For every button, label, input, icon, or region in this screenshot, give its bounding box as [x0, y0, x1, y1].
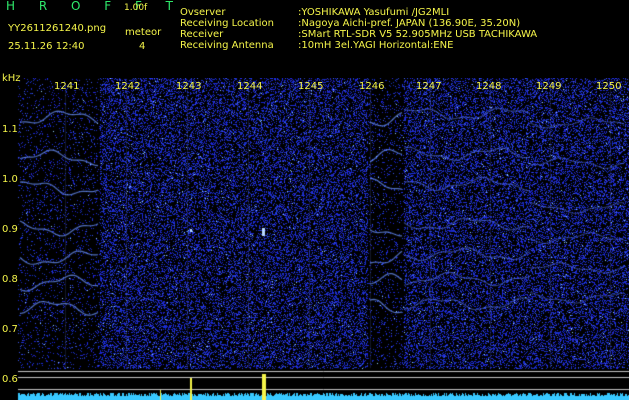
receiver-row: Receiver :SMart RTL-SDR V5 52.905MHz USB … [180, 29, 537, 40]
x-tick-label: 1248 [476, 81, 502, 92]
location-row: Receiving Location :Nagoya Aichi-pref. JA… [180, 18, 520, 29]
app-version: 1.00f [124, 3, 148, 13]
y-tick-label: 0.9 [2, 224, 18, 235]
y-tick-label: 1.0 [2, 174, 18, 185]
x-tick-label: 1242 [115, 81, 141, 92]
y-tick-label: 0.7 [2, 324, 18, 335]
receiver-value: :SMart RTL-SDR V5 52.905MHz USB TACHIKAW… [298, 29, 538, 40]
spectrogram [0, 78, 629, 400]
location-key: Receiving Location [180, 18, 274, 29]
x-tick-label: 1243 [176, 81, 202, 92]
location-value: :Nagoya Aichi-pref. JAPAN (136.90E, 35.2… [298, 18, 521, 29]
observer-key: Ovserver [180, 7, 226, 18]
x-tick-label: 1244 [237, 81, 263, 92]
observer-value: :YOSHIKAWA Yasufumi /JG2MLI [298, 7, 450, 18]
y-tick-label: 0.8 [2, 274, 18, 285]
x-tick-label: 1249 [536, 81, 562, 92]
antenna-key: Receiving Antenna [180, 40, 274, 51]
x-tick-label: 1241 [54, 81, 80, 92]
x-tick-label: 1246 [359, 81, 385, 92]
datetime-label: 25.11.26 12:40 [8, 41, 85, 52]
x-tick-label: 1245 [298, 81, 324, 92]
y-tick-label: 0.6 [2, 374, 18, 385]
observer-row: Ovserver :YOSHIKAWA Yasufumi /JG2MLI [180, 7, 449, 18]
x-tick-label: 1250 [596, 81, 622, 92]
antenna-value: :10mH 3el.YAGI Horizontal:ENE [298, 40, 454, 51]
y-unit-label: kHz [2, 73, 21, 84]
meteor-label: meteor [125, 27, 162, 38]
app-title: H R O F F T [6, 0, 184, 13]
antenna-row: Receiving Antenna :10mH 3el.YAGI Horizont… [180, 40, 453, 51]
meteor-count: 4 [139, 41, 146, 52]
filename-label: YY2611261240.png [8, 23, 107, 34]
hrofft-screen: H R O F F T 1.00f YY2611261240.png meteo… [0, 0, 629, 400]
y-tick-label: 1.1 [2, 124, 18, 135]
receiver-key: Receiver [180, 29, 224, 40]
x-tick-label: 1247 [416, 81, 442, 92]
